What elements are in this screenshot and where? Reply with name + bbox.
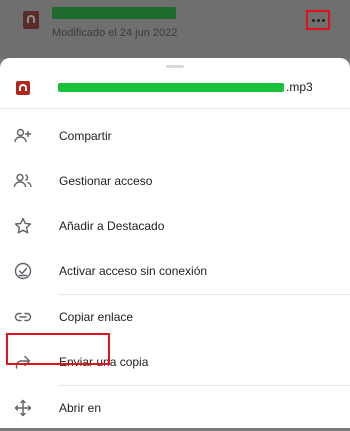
menu-item-label: Abrir en — [59, 401, 102, 415]
divider — [0, 108, 350, 109]
offline-check-icon — [13, 261, 33, 281]
actions-bottom-sheet: .mp3 Compartir Gestionar acceso Añadir a… — [0, 58, 350, 428]
menu-item-open-with[interactable]: Abrir en — [0, 386, 350, 431]
menu-item-share[interactable]: Compartir — [0, 114, 350, 159]
audio-file-icon — [23, 11, 39, 29]
star-icon — [13, 216, 33, 236]
menu-item-add-starred[interactable]: Añadir a Destacado — [0, 204, 350, 249]
link-icon — [13, 307, 33, 327]
file-title-redacted — [52, 7, 176, 19]
menu-item-manage-access[interactable]: Gestionar acceso — [0, 159, 350, 204]
audio-file-icon — [16, 81, 30, 95]
person-add-icon — [13, 126, 33, 146]
file-modified-date: Modificado el 24 jun 2022 — [52, 27, 178, 39]
file-name-redacted — [58, 83, 284, 92]
people-icon — [13, 171, 33, 191]
sheet-header: .mp3 — [0, 76, 350, 100]
more-dot-icon — [321, 18, 325, 22]
menu-item-label: Gestionar acceso — [59, 174, 153, 188]
more-options-button[interactable] — [306, 10, 330, 30]
open-with-icon — [13, 398, 33, 418]
menu-item-label: Compartir — [59, 129, 112, 143]
menu-item-offline-access[interactable]: Activar acceso sin conexión — [0, 249, 350, 294]
open-with-highlight — [6, 333, 110, 365]
file-row: Modificado el 24 jun 2022 — [0, 0, 350, 58]
actions-menu: Compartir Gestionar acceso Añadir a Dest… — [0, 114, 350, 431]
file-extension: .mp3 — [286, 80, 313, 94]
more-dot-icon — [316, 18, 320, 22]
more-dot-icon — [311, 18, 315, 22]
sheet-drag-handle[interactable] — [166, 65, 184, 68]
menu-item-label: Activar acceso sin conexión — [59, 264, 208, 278]
menu-item-label: Añadir a Destacado — [59, 219, 165, 233]
menu-item-label: Copiar enlace — [59, 310, 134, 324]
